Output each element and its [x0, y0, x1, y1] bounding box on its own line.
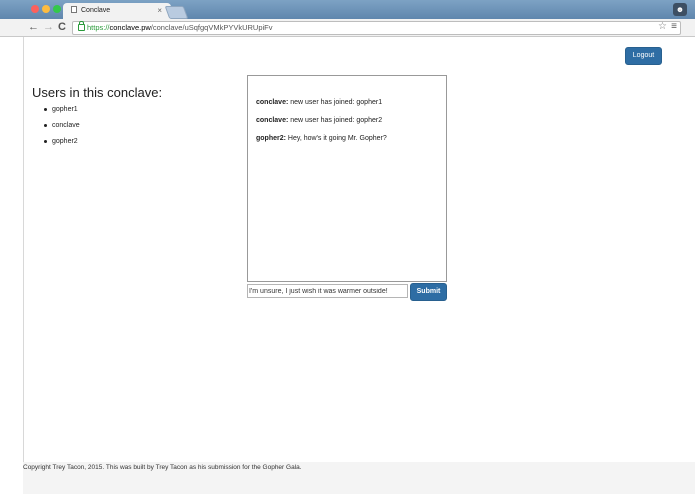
tab-title: Conclave	[81, 7, 111, 14]
message-sender: conclave:	[256, 117, 289, 124]
menu-icon[interactable]: ≡	[671, 21, 677, 33]
reload-icon[interactable]: C	[58, 21, 66, 33]
chat-message: conclave: new user has joined: gopher2	[256, 117, 382, 124]
footer-text: Copyright Trey Tacon, 2015. This was bui…	[23, 464, 302, 471]
browser-tab[interactable]: Conclave ×	[63, 3, 171, 19]
url-scheme: https://	[87, 23, 110, 32]
user-item-conclave: conclave	[44, 120, 80, 136]
user-item-gopher2: gopher2	[44, 136, 80, 152]
message-input[interactable]	[247, 284, 408, 298]
chat-messages-box[interactable]: conclave: new user has joined: gopher1 c…	[247, 75, 447, 282]
message-text: new user has joined: gopher1	[288, 99, 383, 106]
page-icon	[71, 6, 77, 13]
users-title: Users in this conclave:	[32, 85, 163, 100]
star-icon[interactable]: ☆	[658, 21, 667, 33]
logout-button[interactable]: Logout	[625, 47, 662, 65]
chat-message: conclave: new user has joined: gopher1	[256, 99, 382, 106]
url-path: /conclave/uSqfgqVMkPYVkURUpiFv	[150, 23, 273, 32]
user-item-gopher1: gopher1	[44, 104, 80, 120]
lock-icon	[78, 21, 85, 31]
tab-close-icon[interactable]: ×	[157, 3, 162, 19]
message-text: Hey, how's it going Mr. Gopher?	[285, 135, 387, 142]
url-text: https://conclave.pw/conclave/uSqfgqVMkPY…	[87, 22, 273, 34]
browser-toolbar: ← → C https://conclave.pw/conclave/uSqfg…	[0, 19, 695, 37]
submit-button[interactable]: Submit	[410, 283, 447, 301]
message-sender: conclave:	[256, 99, 289, 106]
message-text: new user has joined: gopher2	[288, 117, 383, 124]
message-sender: gopher2:	[256, 135, 286, 142]
chat-message: gopher2: Hey, how's it going Mr. Gopher?	[256, 135, 387, 142]
address-bar[interactable]: https://conclave.pw/conclave/uSqfgqVMkPY…	[72, 21, 681, 35]
minimize-window-button[interactable]	[42, 5, 50, 13]
url-host: conclave.pw	[109, 23, 151, 32]
footer: Copyright Trey Tacon, 2015. This was bui…	[23, 462, 695, 494]
forward-icon[interactable]: →	[43, 21, 54, 33]
users-list: gopher1 conclave gopher2	[44, 104, 80, 152]
back-icon[interactable]: ←	[28, 21, 39, 33]
user-icon[interactable]: ☻	[673, 3, 687, 16]
zoom-window-button[interactable]	[53, 5, 61, 13]
browser-titlebar: Conclave × ☻	[0, 0, 695, 19]
new-tab-button[interactable]	[164, 6, 189, 19]
close-window-button[interactable]	[31, 5, 39, 13]
